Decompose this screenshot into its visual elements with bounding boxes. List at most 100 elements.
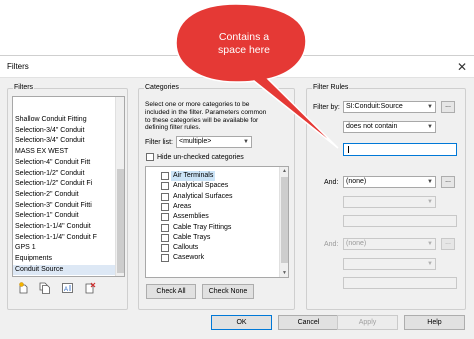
filter-list-item[interactable]: Selection-3/4" Conduit <box>13 126 116 137</box>
filter-list-item[interactable]: Selection-1/2" Conduit <box>13 169 116 180</box>
filter-list-item[interactable]: MASS EX WEST <box>13 147 116 158</box>
category-label: Cable Tray Fittings <box>173 223 232 231</box>
and-ellipsis-button-2: ... <box>441 238 455 250</box>
text-caret <box>348 146 349 153</box>
operator-value: does not contain <box>346 123 398 130</box>
category-checkbox[interactable] <box>161 233 169 242</box>
category-checkbox[interactable] <box>161 254 169 263</box>
check-all-button[interactable]: Check All <box>146 284 196 299</box>
category-checkbox[interactable] <box>161 182 169 191</box>
and-value-input-2 <box>343 277 457 289</box>
chevron-down-icon: ▼ <box>243 139 249 145</box>
filter-list-item[interactable]: Selection-2" Conduit <box>13 190 116 201</box>
and-label-2: And: <box>324 241 339 248</box>
filter-by-dropdown[interactable]: SI:Conduit:Source ▼ <box>343 101 436 113</box>
filter-list-item[interactable]: Selection-1/2" Conduit Fi <box>13 179 116 190</box>
chevron-down-icon: ▼ <box>427 124 433 130</box>
filter-list-item[interactable]: Selection-4" Conduit Fitt <box>13 158 116 169</box>
category-label: Cable Trays <box>173 233 211 241</box>
category-list-item[interactable]: Casework <box>146 253 276 263</box>
and-filter-dropdown-1[interactable]: (none) ▼ <box>343 176 436 188</box>
and-operator-dropdown-2: ▼ <box>343 258 436 270</box>
chevron-down-icon: ▼ <box>427 241 433 247</box>
filter-rules-legend: Filter Rules <box>312 84 350 91</box>
operator-dropdown[interactable]: does not contain ▼ <box>343 121 436 133</box>
svg-text:A: A <box>64 287 68 293</box>
filter-list-label: Filter list: <box>145 139 173 146</box>
category-label: Areas <box>173 202 192 210</box>
ok-button[interactable]: OK <box>211 315 272 330</box>
filter-list-item[interactable]: Selection-1" Conduit <box>13 211 116 222</box>
and-filter-value-2: (none) <box>346 240 367 247</box>
filter-list-item[interactable]: Selection-1-1/4" Conduit F <box>13 233 116 244</box>
hide-unchecked-label: Hide un-checked categories <box>157 154 244 161</box>
and-label-1: And: <box>324 179 339 186</box>
filters-legend: Filters <box>13 84 35 91</box>
categories-scroll-thumb[interactable] <box>281 177 288 263</box>
category-label: Casework <box>173 254 205 262</box>
and-filter-value-1: (none) <box>346 178 367 185</box>
checkbox-box[interactable] <box>146 153 154 161</box>
new-filter-icon[interactable] <box>18 282 29 294</box>
hide-unchecked-checkbox[interactable]: Hide un-checked categories <box>146 153 244 162</box>
and-ellipsis-button-1[interactable]: ... <box>441 176 455 188</box>
categories-scrollbar[interactable]: ▲ ▼ <box>279 167 288 277</box>
help-button[interactable]: Help <box>404 315 465 330</box>
category-label: Callouts <box>173 244 199 252</box>
scroll-up-icon[interactable]: ▲ <box>280 168 288 174</box>
category-checkbox[interactable] <box>161 202 169 211</box>
callout-text-line-2: space here <box>218 44 270 56</box>
category-list-item[interactable]: Analytical Surfaces <box>146 192 276 202</box>
chevron-down-icon: ▼ <box>427 199 433 205</box>
chevron-down-icon: ▼ <box>427 179 433 185</box>
category-list-item[interactable]: Air Terminals <box>146 171 276 182</box>
chevron-down-icon: ▼ <box>427 261 433 267</box>
filter-list-item[interactable]: Equipments <box>13 254 116 265</box>
category-label: Analytical Surfaces <box>173 192 233 200</box>
filter-list-item[interactable]: GPS 1 <box>13 243 116 254</box>
category-checkbox[interactable] <box>161 244 169 253</box>
category-list-item[interactable]: Callouts <box>146 243 276 253</box>
filter-list-dropdown[interactable]: <multiple> ▼ <box>176 136 252 148</box>
delete-filter-icon[interactable] <box>85 282 96 294</box>
window-title: Filters <box>7 62 29 71</box>
category-list-item[interactable]: Assemblies <box>146 212 276 222</box>
filter-list-item[interactable]: Selection-3" Conduit Fitti <box>13 201 116 212</box>
filter-by-value: SI:Conduit:Source <box>346 103 403 110</box>
close-icon[interactable]: ✕ <box>454 59 470 75</box>
and-filter-dropdown-2: (none) ▼ <box>343 238 436 250</box>
category-label: Air Terminals <box>171 171 216 182</box>
duplicate-filter-icon[interactable] <box>39 282 50 294</box>
categories-list[interactable]: Air Terminals Analytical Spaces Analytical… <box>145 166 289 278</box>
category-checkbox[interactable] <box>161 223 169 232</box>
category-checkbox[interactable] <box>161 192 169 201</box>
filters-list[interactable]: Shallow Conduit Fitting Selection-3/4" Co… <box>12 96 125 277</box>
filter-by-ellipsis-button[interactable]: ... <box>441 101 455 113</box>
category-label: Assemblies <box>173 213 209 221</box>
apply-button: Apply <box>337 315 398 330</box>
filter-rules-group: Filter Rules Filter by: SI:Conduit:Sourc… <box>306 84 466 310</box>
filter-by-label: Filter by: <box>313 104 340 111</box>
category-list-item[interactable]: Areas <box>146 202 276 212</box>
category-list-item[interactable]: Cable Trays <box>146 233 276 243</box>
category-checkbox[interactable] <box>161 213 169 222</box>
category-list-item[interactable]: Analytical Spaces <box>146 181 276 191</box>
filter-list-item[interactable]: Conduit Source <box>13 264 116 276</box>
filters-scrollbar[interactable] <box>115 97 124 276</box>
filter-list-item[interactable]: Selection-1-1/4" Conduit <box>13 222 116 233</box>
check-none-button[interactable]: Check None <box>202 284 254 299</box>
cancel-button[interactable]: Cancel <box>278 315 339 330</box>
filters-dialog: Filters ✕ Filters Shallow Conduit Fittin… <box>0 55 474 339</box>
filters-scroll-thumb[interactable] <box>117 169 124 273</box>
categories-group: Categories Select one or more categories… <box>138 84 295 310</box>
rename-filter-icon[interactable]: A <box>62 282 73 294</box>
category-checkbox[interactable] <box>161 172 169 180</box>
scroll-down-icon[interactable]: ▼ <box>280 270 288 276</box>
chevron-down-icon: ▼ <box>427 104 433 110</box>
callout-text: Contains a space here <box>196 31 292 57</box>
rule-value-input[interactable] <box>343 143 457 156</box>
category-list-item[interactable]: Cable Tray Fittings <box>146 223 276 233</box>
filter-list-item[interactable]: Shallow Conduit Fitting <box>13 115 116 126</box>
filter-list-value: <multiple> <box>179 138 212 145</box>
filter-list-item[interactable]: Selection-3/4" Conduit <box>13 136 116 147</box>
